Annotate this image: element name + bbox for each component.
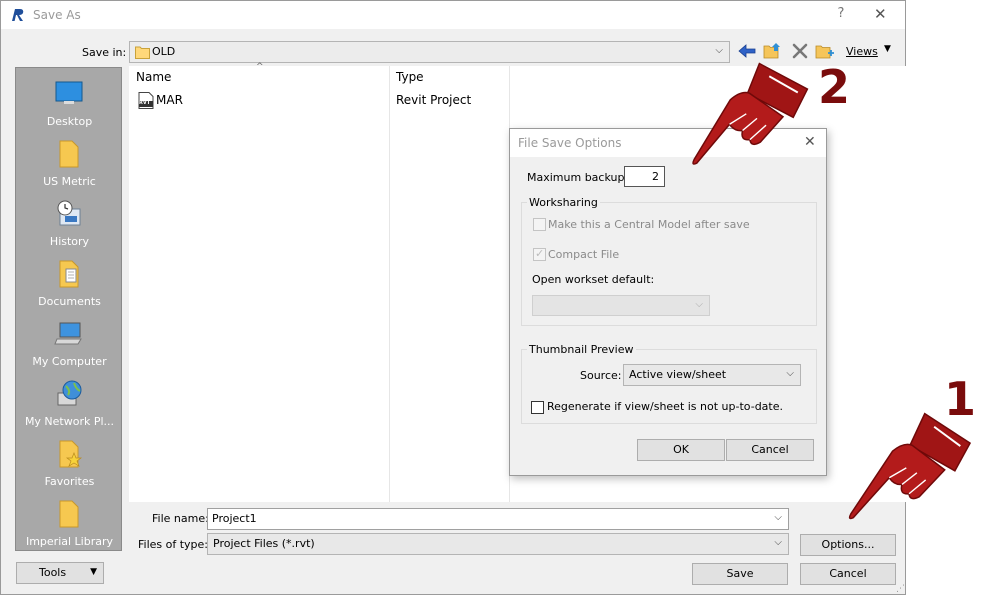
worksharing-group-title: Worksharing	[527, 196, 600, 209]
history-icon	[57, 200, 81, 226]
max-backups-input[interactable]: 2	[624, 166, 665, 187]
folder-icon	[59, 140, 79, 168]
place-my-computer[interactable]: My Computer	[16, 315, 123, 375]
compact-file-checkbox[interactable]: ✓	[533, 247, 546, 261]
save-in-dropdown[interactable]: OLD ⌵	[129, 41, 730, 63]
place-documents[interactable]: Documents	[16, 255, 123, 315]
place-label: Desktop	[46, 115, 93, 128]
source-label: Source:	[580, 369, 622, 382]
sort-ascending-icon: ^	[256, 62, 264, 72]
dialog-cancel-button[interactable]: Cancel	[726, 439, 814, 461]
dialog-title: File Save Options	[518, 136, 622, 150]
pointing-hand-icon	[692, 62, 809, 165]
folder-icon	[135, 46, 150, 59]
chevron-down-icon: ⌵	[786, 368, 794, 379]
open-workset-dropdown[interactable]: ⌵	[532, 295, 710, 316]
delete-icon[interactable]	[790, 41, 810, 61]
file-icon-label: RVT	[139, 100, 151, 106]
place-label: My Computer	[32, 355, 107, 368]
documents-icon	[59, 260, 79, 288]
file-type-value: Project Files (*.rvt)	[213, 537, 315, 550]
places-sidebar: Desktop US Metric History Documents My C…	[15, 67, 122, 551]
title-bar: Save As ? ✕	[1, 1, 905, 29]
place-label: Documents	[38, 295, 101, 308]
save-in-value: OLD	[152, 45, 176, 58]
file-save-options-dialog: File Save Options ✕ Maximum backups: 2 W…	[509, 128, 827, 476]
up-folder-icon[interactable]	[763, 41, 783, 61]
step-number-2: 2	[818, 60, 851, 114]
window-title: Save As	[33, 8, 81, 22]
tools-dropdown-icon: ▼	[90, 567, 97, 577]
chevron-down-icon: ⌵	[695, 299, 703, 310]
thumbnail-group-title: Thumbnail Preview	[527, 343, 636, 356]
place-label: Imperial Library	[25, 535, 114, 548]
file-name-input[interactable]: Project1 ⌵	[207, 508, 789, 530]
open-workset-label: Open workset default:	[532, 273, 655, 286]
regenerate-label: Regenerate if view/sheet is not up-to-da…	[547, 400, 783, 413]
tools-button[interactable]: Tools ▼	[16, 562, 104, 584]
views-menu[interactable]: Views	[846, 45, 878, 58]
place-my-network[interactable]: My Network Pl...	[16, 375, 123, 435]
folder-icon	[59, 500, 79, 528]
chevron-down-icon: ⌵	[774, 537, 782, 548]
regenerate-checkbox[interactable]	[531, 401, 544, 414]
favorites-icon	[59, 440, 83, 468]
cancel-button[interactable]: Cancel	[800, 563, 896, 585]
computer-icon	[54, 322, 82, 345]
place-favorites[interactable]: Favorites	[16, 435, 123, 495]
source-dropdown[interactable]: Active view/sheet ⌵	[623, 364, 801, 386]
max-backups-label: Maximum backups:	[527, 171, 634, 184]
chevron-down-icon: ⌵	[715, 45, 723, 56]
back-arrow-icon[interactable]	[737, 41, 757, 61]
file-type-label: Files of type:	[138, 538, 209, 551]
column-divider	[389, 66, 390, 502]
close-button[interactable]: ✕	[874, 5, 887, 23]
options-button[interactable]: Options...	[800, 534, 896, 556]
place-history[interactable]: History	[16, 195, 123, 255]
file-name-label: File name:	[152, 512, 209, 525]
place-desktop[interactable]: Desktop	[16, 75, 123, 135]
checkmark-icon: ✓	[535, 247, 545, 260]
help-button[interactable]: ?	[834, 6, 848, 21]
dialog-ok-button[interactable]: OK	[637, 439, 725, 461]
column-header-name[interactable]: Name	[136, 70, 171, 84]
place-imperial-library[interactable]: Imperial Library	[16, 495, 123, 555]
place-label: US Metric	[43, 175, 96, 188]
chevron-down-icon: ⌵	[774, 512, 782, 523]
file-name-value: Project1	[212, 512, 257, 525]
file-type-dropdown[interactable]: Project Files (*.rvt) ⌵	[207, 533, 789, 555]
compact-file-label: Compact File	[548, 248, 620, 261]
file-row[interactable]: RVT MAR Revit Project	[136, 91, 506, 111]
column-header-type[interactable]: Type	[396, 70, 424, 84]
place-label: My Network Pl...	[24, 415, 115, 428]
revit-logo-icon	[12, 9, 24, 21]
file-type: Revit Project	[396, 93, 472, 107]
central-model-checkbox[interactable]	[533, 218, 546, 231]
central-model-label: Make this a Central Model after save	[548, 218, 750, 231]
place-label: History	[49, 235, 90, 248]
file-name: MAR	[156, 93, 183, 107]
new-folder-icon[interactable]	[815, 41, 835, 61]
network-icon	[57, 380, 82, 406]
save-button[interactable]: Save	[692, 563, 788, 585]
step-number-1: 1	[944, 372, 977, 426]
desktop-icon	[55, 81, 83, 104]
views-dropdown-icon[interactable]: ▼	[884, 44, 891, 54]
place-us-metric[interactable]: US Metric	[16, 135, 123, 195]
max-backups-value: 2	[652, 170, 659, 183]
place-label: Favorites	[44, 475, 95, 488]
source-value: Active view/sheet	[629, 368, 727, 381]
save-in-label: Save in:	[82, 46, 127, 59]
resize-grip-icon[interactable]: ⋰	[896, 584, 905, 594]
